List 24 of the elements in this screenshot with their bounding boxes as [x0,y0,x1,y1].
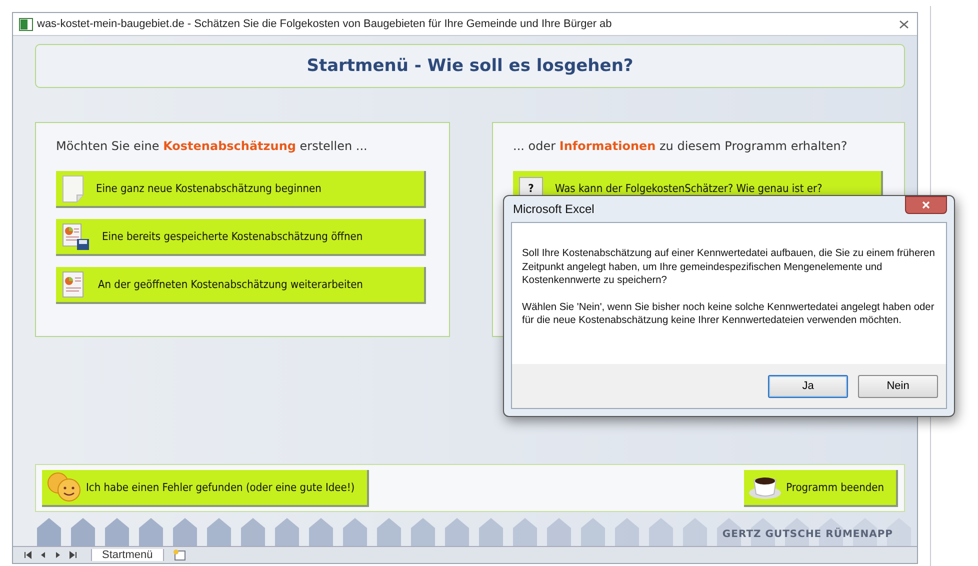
close-icon[interactable] [899,20,909,28]
new-sheet-icon[interactable] [172,549,188,561]
document-disk-icon [62,222,90,250]
dialog-message: Wählen Sie 'Nein', wenn Sie bisher noch keine solche Kennwertedatei angelegt haben oder für die neue Kostenabschätzung keine Ihrer Kennwertedateien verwenden möchten. [522,300,936,328]
page-heading: Startmenü - Wie soll es losgehen? [306,56,634,76]
footer-button[interactable]: Ich habe einen Fehler gefunden (oder eine gute Idee!) [42,470,369,506]
footer-button[interactable]: Programm beenden [744,470,898,506]
company-logo-text: GERTZ GUTSCHE RÜMENAPP [722,529,893,540]
menu-button[interactable]: Eine ganz neue Kostenabschätzung beginnen [56,171,426,208]
menu-button[interactable]: An der geöffneten Kostenabschätzung weiterarbeiten [56,267,426,304]
spreadsheet-icon [19,18,33,30]
blank-page-icon [62,174,84,202]
smiley-faces-icon [46,472,82,502]
dialog-button[interactable]: Ja [768,374,848,398]
close-button[interactable] [905,196,947,214]
dialog-button[interactable]: Nein [858,374,938,398]
menu-button[interactable]: Eine bereits gespeicherte Kostenabschätzung öffnen [56,219,426,256]
window-title: was-kostet-mein-baugebiet.de - Schätzen Sie die Folgekosten von Baugebieten für Ihre Gemeinde und Ihre Bürger ab [37,18,613,30]
sheet-tab[interactable]: Startmenü [91,549,164,561]
dialog-message: Soll Ihre Kostenabschätzung auf einer Kennwertedatei aufbauen, die Sie zu einem früheren Zeitpunkt angelegt haben, um Ihre gemeindespezifischen Mengenelemente und Kostenkennwerte zu speichern? [522,247,936,288]
close-icon [922,201,930,209]
document-chart-icon [62,270,86,298]
panel-prompt: Möchten Sie eine Kostenabschätzung erstellen ... [56,139,368,153]
panel-prompt: ... oder Informationen zu diesem Programm erhalten? [513,139,848,153]
